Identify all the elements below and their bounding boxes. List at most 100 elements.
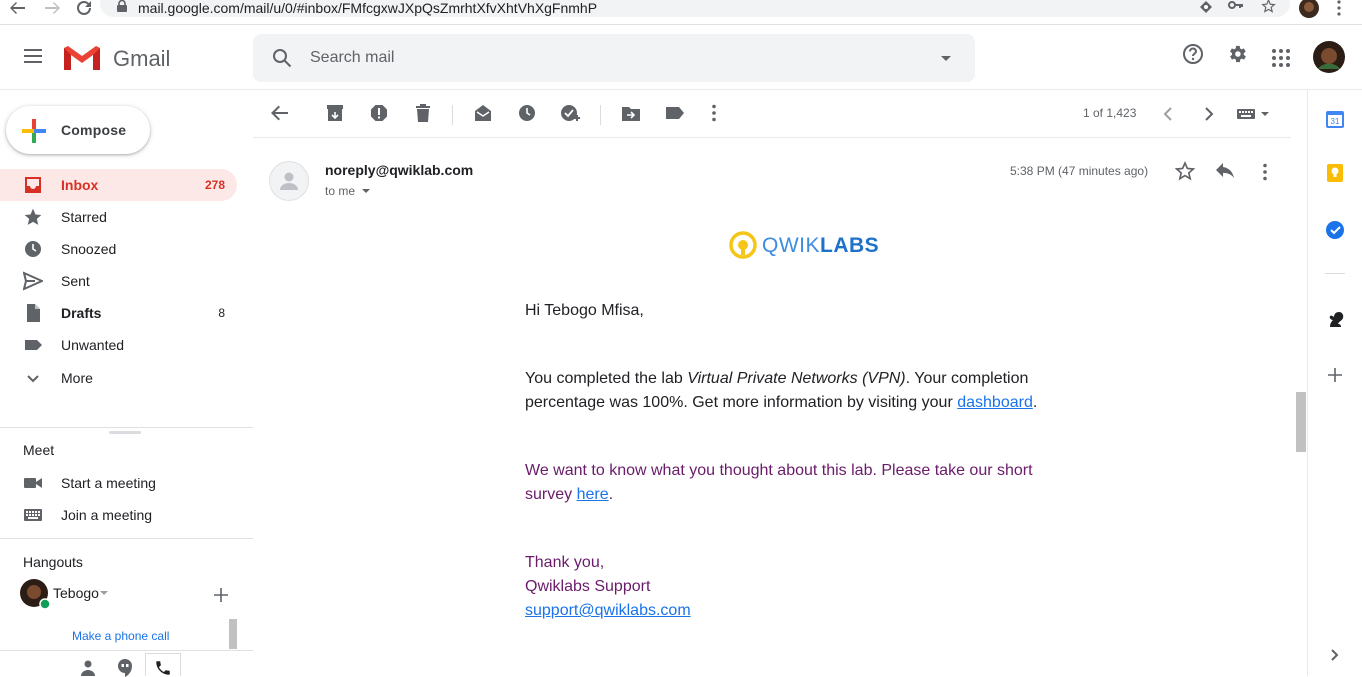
message-view: noreply@qwiklab.com to me 5:38 PM (47 mi… — [253, 138, 1291, 676]
chevron-down-icon — [23, 368, 43, 388]
compose-label: Compose — [61, 122, 127, 138]
contacts-person-icon[interactable] — [81, 660, 95, 676]
archive-icon[interactable] — [326, 104, 344, 122]
qwiklabs-logo-icon — [729, 231, 757, 259]
panel-chevron-right-icon[interactable] — [1331, 649, 1339, 661]
reload-icon[interactable] — [75, 0, 93, 16]
sidebar-item-starred[interactable]: Starred — [0, 201, 237, 233]
account-avatar[interactable] — [1313, 41, 1345, 73]
mark-as-unread-icon[interactable] — [474, 104, 492, 122]
add-to-tasks-icon[interactable] — [561, 104, 581, 122]
default-person-icon — [280, 171, 298, 191]
move-to-icon[interactable] — [621, 104, 641, 122]
addon-squirrel-icon[interactable] — [1325, 310, 1345, 330]
url-text: mail.google.com/mail/u/0/#inbox/FMfcgxwJ… — [138, 0, 598, 16]
compose-button[interactable]: Compose — [6, 106, 150, 154]
thanks-text: Thank you, — [525, 554, 605, 571]
sidebar-item-label: Starred — [61, 209, 107, 225]
survey-link[interactable]: here — [577, 486, 609, 503]
sidebar-item-more[interactable]: More — [0, 362, 237, 394]
delete-trash-icon[interactable] — [414, 104, 432, 122]
lock-icon — [116, 0, 128, 13]
sidebar-item-label: More — [61, 370, 93, 386]
phone-tab[interactable] — [145, 653, 181, 676]
resize-handle[interactable] — [109, 431, 141, 434]
make-phone-call-link[interactable]: Make a phone call — [72, 629, 169, 643]
recipient-details[interactable]: to me — [325, 184, 371, 198]
search-input[interactable]: Search mail — [310, 49, 394, 67]
qwiklabs-wordmark: QWIKLABS — [762, 234, 880, 257]
label-icon — [23, 335, 43, 355]
get-addons-plus-icon[interactable] — [1328, 368, 1342, 382]
bookmark-star-icon[interactable] — [1261, 0, 1276, 13]
sidebar-item-snoozed[interactable]: Snoozed — [0, 233, 237, 265]
back-arrow-icon[interactable] — [8, 0, 28, 16]
older-chevron-right-icon[interactable] — [1204, 107, 1214, 121]
settings-gear-icon[interactable] — [1226, 43, 1248, 65]
video-camera-icon — [23, 473, 43, 493]
browser-profile-avatar[interactable] — [1298, 0, 1320, 18]
newer-chevron-left-icon[interactable] — [1163, 107, 1173, 121]
svg-text:31: 31 — [1331, 117, 1340, 126]
extension-icon[interactable] — [1199, 0, 1213, 14]
greeting-text: Hi Tebogo Mfisa, — [525, 302, 644, 319]
reply-icon[interactable] — [1215, 163, 1235, 179]
toolbar-divider — [600, 105, 601, 125]
browser-menu-icon[interactable] — [1336, 0, 1342, 16]
message-scrollbar[interactable] — [1296, 392, 1306, 452]
status-caret-icon[interactable] — [100, 591, 108, 596]
section-divider — [0, 427, 253, 428]
start-meeting-button[interactable]: Start a meeting — [0, 467, 237, 499]
hangouts-scrollbar[interactable] — [229, 619, 237, 649]
hangouts-user-name[interactable]: Tebogo — [53, 585, 99, 601]
join-meeting-label: Join a meeting — [61, 507, 153, 523]
star-message-icon[interactable] — [1175, 161, 1195, 181]
help-icon[interactable] — [1182, 43, 1204, 65]
survey-paragraph: We want to know what you thought about t… — [525, 462, 1033, 503]
report-spam-icon[interactable] — [370, 104, 388, 122]
sender-address[interactable]: noreply@qwiklab.com — [325, 162, 473, 178]
draft-count: 8 — [218, 306, 225, 320]
message-toolbar: 1 of 1,423 — [253, 90, 1307, 138]
labels-icon[interactable] — [665, 104, 685, 122]
input-tools-keyboard-icon[interactable] — [1237, 108, 1273, 120]
hangouts-heading: Hangouts — [23, 554, 83, 570]
hangouts-user-avatar[interactable] — [20, 579, 50, 609]
send-icon — [23, 271, 43, 291]
support-email-link[interactable]: support@qwiklabs.com — [525, 599, 1055, 623]
hangouts-chat-icon[interactable] — [117, 659, 133, 677]
section-divider — [0, 538, 253, 539]
meet-heading: Meet — [23, 442, 55, 458]
back-to-inbox-icon[interactable] — [271, 104, 289, 122]
apps-grid-icon[interactable] — [1272, 49, 1290, 67]
keep-bulb-icon[interactable] — [1325, 163, 1345, 183]
address-bar[interactable]: mail.google.com/mail/u/0/#inbox/FMfcgxwJ… — [100, 0, 1290, 17]
search-options-caret-icon[interactable] — [940, 55, 952, 62]
recipient-details-caret-icon[interactable] — [362, 189, 371, 194]
toolbar-divider — [452, 105, 453, 125]
start-meeting-label: Start a meeting — [61, 475, 156, 491]
dashboard-link[interactable]: dashboard — [957, 394, 1033, 411]
add-contact-plus-icon[interactable] — [214, 588, 228, 602]
key-icon[interactable] — [1228, 0, 1244, 12]
side-panel: 31 — [1307, 90, 1362, 676]
search-icon[interactable] — [272, 48, 292, 68]
gmail-brand-text[interactable]: Gmail — [113, 46, 170, 72]
search-bar[interactable]: Search mail — [253, 34, 975, 82]
calendar-icon[interactable]: 31 — [1325, 109, 1345, 129]
message-more-vertical-icon[interactable] — [1262, 163, 1268, 181]
tasks-check-icon[interactable] — [1325, 220, 1345, 240]
unread-count: 278 — [204, 178, 225, 192]
more-vertical-icon[interactable] — [711, 104, 717, 122]
gmail-logo-icon[interactable] — [62, 44, 102, 72]
snooze-clock-icon[interactable] — [518, 104, 536, 122]
main-menu-icon[interactable] — [23, 48, 43, 64]
keyboard-icon — [23, 505, 43, 525]
join-meeting-button[interactable]: Join a meeting — [0, 499, 237, 531]
sidebar-item-label: Unwanted — [61, 337, 125, 353]
forward-arrow-icon[interactable] — [42, 0, 62, 16]
sidebar-item-sent[interactable]: Sent — [0, 265, 237, 297]
sidebar-item-drafts[interactable]: Drafts 8 — [0, 297, 237, 329]
sidebar-item-unwanted[interactable]: Unwanted — [0, 329, 237, 361]
sidebar-item-inbox[interactable]: Inbox 278 — [0, 169, 237, 201]
